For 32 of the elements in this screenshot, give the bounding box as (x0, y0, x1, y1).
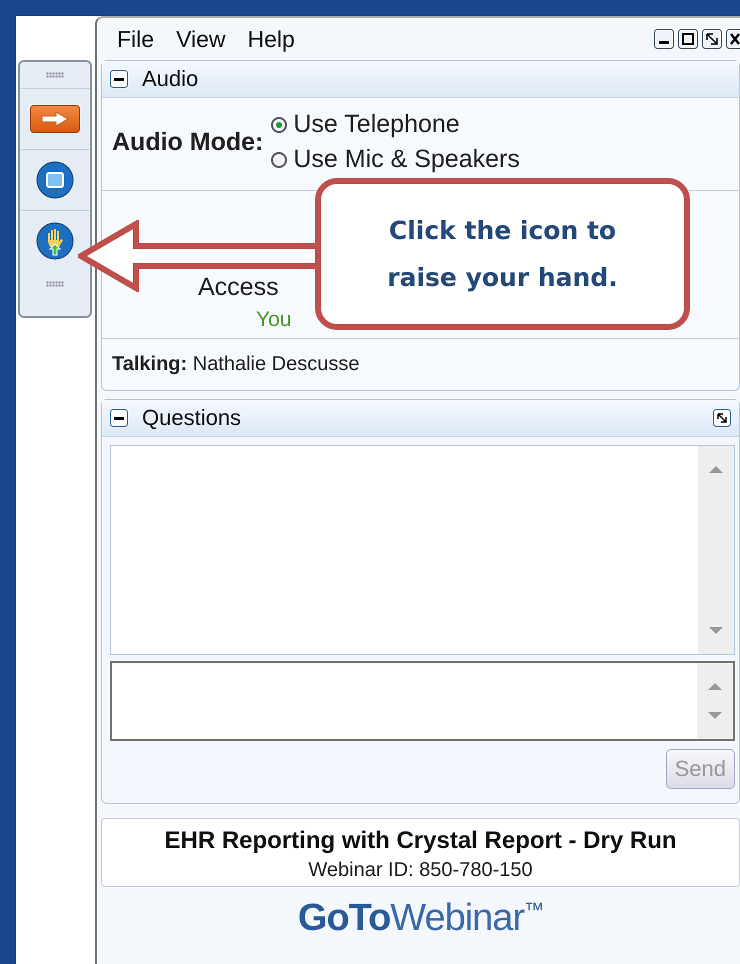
arrow-icon (40, 112, 70, 126)
menu-item[interactable]: Help (248, 26, 295, 52)
access-label: Access (198, 273, 279, 302)
popout-icon[interactable] (713, 409, 731, 427)
collapse-icon[interactable] (110, 70, 128, 88)
raise-hand-icon[interactable] (36, 222, 74, 260)
question-input[interactable] (110, 661, 735, 741)
toolbar-button[interactable] (30, 105, 80, 133)
menu-item[interactable]: File (117, 26, 154, 52)
menu-item[interactable]: View (176, 26, 226, 52)
talking-text: Talking: Nathalie Descusse (111, 352, 360, 377)
radio-option[interactable]: Use Mic & Speakers (271, 145, 520, 174)
restore-icon[interactable] (702, 29, 722, 49)
panel-title: Questions (142, 405, 242, 431)
minimize-icon[interactable] (654, 29, 674, 49)
grip-handle[interactable] (46, 281, 64, 287)
webinar-title: EHR Reporting with Crystal Report - Dry Run (164, 827, 677, 855)
gotowebinar-logo: GoToWebinar$^{™}$ (298, 897, 544, 940)
audio-mode-label: Audio Mode: (112, 128, 264, 156)
callout-text: raise your hand. (387, 263, 618, 292)
maximize-icon[interactable] (678, 29, 698, 49)
close-icon[interactable] (726, 29, 740, 49)
scrollbar[interactable] (698, 446, 734, 654)
panel-title: Audio (142, 66, 198, 92)
webinar-id: Webinar ID: 850-780-150 (308, 859, 533, 882)
status-text: You (256, 308, 292, 332)
collapse-icon[interactable] (110, 409, 128, 427)
radio-option[interactable]: Use Telephone (271, 110, 520, 139)
callout-text: Click the icon to (388, 216, 616, 245)
screen-icon[interactable] (36, 161, 74, 199)
scrollbar[interactable] (697, 663, 733, 739)
grip-handle[interactable] (46, 72, 64, 78)
